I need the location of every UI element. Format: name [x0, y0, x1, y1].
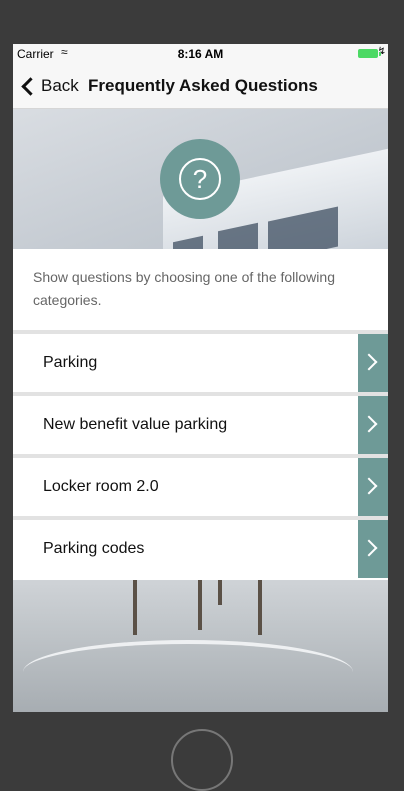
intro-text: Show questions by choosing one of the fo…: [33, 269, 335, 308]
charging-icon: ↯: [377, 46, 386, 57]
status-time: 8:16 AM: [177, 47, 224, 61]
page-title: Frequently Asked Questions: [88, 76, 318, 95]
question-circle-icon: ?: [160, 139, 240, 219]
hero-image: ?: [13, 109, 388, 249]
phone-screen: Carrier ≈ 8:16 AM ↯ Back Frequently Aske…: [13, 44, 388, 712]
chevron-right-icon[interactable]: [358, 520, 388, 578]
footer-image: [13, 580, 388, 712]
home-button[interactable]: [171, 729, 233, 791]
category-list: Parking New benefit value parking Locker…: [13, 330, 388, 578]
chevron-right-icon[interactable]: [358, 396, 388, 454]
category-label: New benefit value parking: [43, 416, 228, 433]
category-item-parking[interactable]: Parking: [13, 330, 388, 392]
category-label: Parking: [43, 354, 98, 371]
category-item-parking-codes[interactable]: Parking codes: [13, 516, 388, 578]
back-label: Back: [41, 76, 79, 95]
back-button[interactable]: Back: [19, 74, 79, 98]
status-bar: Carrier ≈ 8:16 AM ↯: [13, 44, 388, 64]
navigation-bar: Back Frequently Asked Questions: [13, 64, 388, 109]
category-item-new-benefit-value-parking[interactable]: New benefit value parking: [13, 392, 388, 454]
battery-icon: [358, 49, 381, 58]
chevron-right-icon[interactable]: [358, 334, 388, 392]
chevron-left-icon: [21, 76, 40, 96]
question-mark: ?: [179, 158, 221, 200]
category-item-locker-room[interactable]: Locker room 2.0: [13, 454, 388, 516]
category-label: Parking codes: [43, 540, 145, 557]
chevron-right-icon[interactable]: [358, 458, 388, 516]
category-label: Locker room 2.0: [43, 478, 159, 495]
